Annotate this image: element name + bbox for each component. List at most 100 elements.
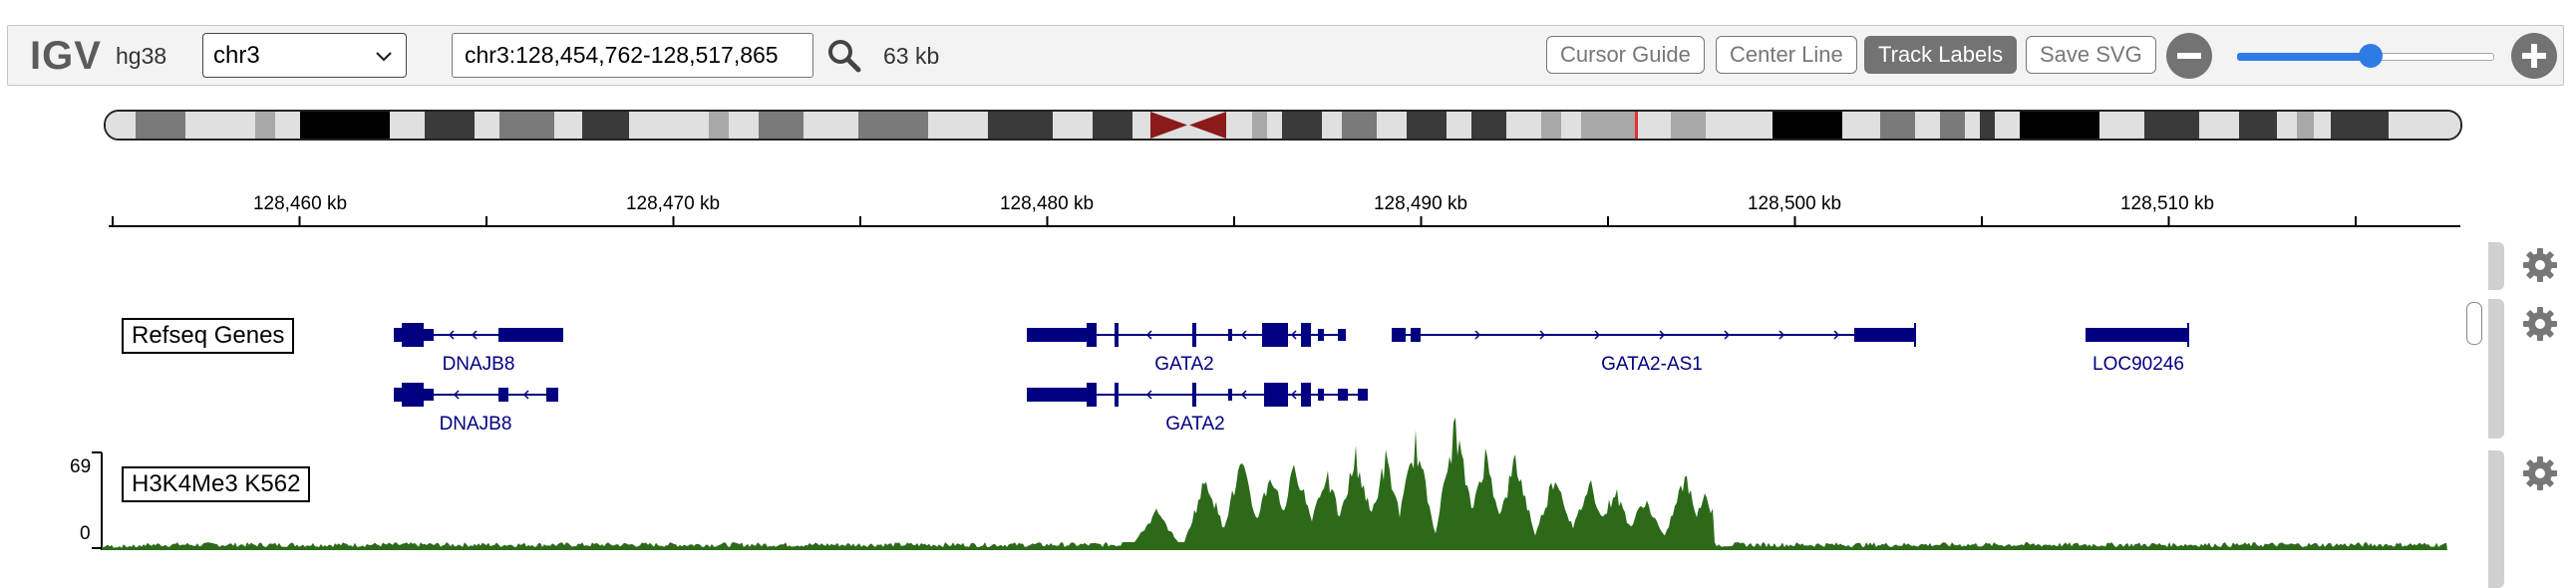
locus-search-input[interactable] — [452, 33, 813, 78]
cytoband — [2314, 112, 2331, 139]
cytoband — [1053, 112, 1093, 139]
h3k4me3-track-label[interactable]: H3K4Me3 K562 — [122, 466, 311, 502]
cytoband — [988, 112, 1053, 139]
gene-GATA2[interactable] — [1027, 323, 1346, 347]
cytoband — [1915, 112, 1940, 139]
ruler-tick-label: 128,510 kb — [2120, 193, 2214, 214]
cytoband — [390, 112, 425, 139]
cytoband — [1965, 112, 1980, 139]
gene-DNAJB8[interactable] — [394, 383, 558, 407]
genomic-ruler: 128,460 kb 128,470 kb 128,480 kb 128,490… — [0, 179, 2576, 239]
plus-circle-icon[interactable] — [2510, 32, 2558, 80]
chevron-down-icon — [376, 52, 392, 62]
minus-circle-icon[interactable] — [2165, 32, 2213, 80]
cytoband — [928, 112, 988, 139]
gene-label: GATA2 — [1165, 414, 1224, 435]
cytoband — [1322, 112, 1342, 139]
cytoband — [499, 112, 554, 139]
ruler-tick-label: 128,470 kb — [626, 193, 720, 214]
cytoband — [1342, 112, 1377, 139]
cytoband — [1377, 112, 1407, 139]
cytoband — [2199, 112, 2239, 139]
cytoband — [300, 112, 390, 139]
cytoband — [804, 112, 858, 139]
igv-navbar: IGV hg38 chr3 63 kb Cursor Guide Center … — [7, 25, 2564, 86]
gene-label: DNAJB8 — [440, 414, 512, 435]
zoom-slider-thumb[interactable] — [2359, 44, 2384, 68]
cytoband — [1282, 112, 1322, 139]
chromosome-value: chr3 — [213, 42, 260, 69]
cytoband — [255, 112, 275, 139]
ruler-tick-label: 128,500 kb — [1748, 193, 1841, 214]
save-svg-button[interactable]: Save SVG — [2026, 36, 2156, 74]
cytoband — [1506, 112, 1541, 139]
coverage-scale-axis — [92, 451, 103, 550]
cytoband — [759, 112, 804, 139]
cytoband — [1252, 112, 1267, 139]
cytoband — [2099, 112, 2144, 139]
cytoband — [2389, 112, 2460, 139]
gene-label: LOC90246 — [2093, 354, 2184, 375]
cursor-guide-button[interactable]: Cursor Guide — [1546, 36, 1705, 74]
gene-LOC90246[interactable] — [2086, 323, 2189, 347]
cytoband — [136, 112, 185, 139]
gene-label: GATA2 — [1154, 354, 1213, 375]
center-line-button[interactable]: Center Line — [1716, 36, 1857, 74]
current-region-marker — [1635, 112, 1638, 139]
zoom-slider-fill — [2237, 53, 2372, 61]
track-panel: DNAJB8 DNAJB8 GATA2 GATA2 GATA2-AS1 LOC9… — [0, 239, 2576, 588]
cytoband — [1581, 112, 1636, 139]
gene-GATA2[interactable] — [1027, 383, 1368, 407]
gene-GATA2-AS1[interactable] — [1392, 323, 1916, 347]
cytoband — [729, 112, 759, 139]
gene-DNAJB8[interactable] — [394, 323, 563, 347]
cytoband — [1471, 112, 1506, 139]
ruler-tick-label: 128,480 kb — [1000, 193, 1094, 214]
cytoband — [2239, 112, 2277, 139]
cytoband — [2020, 112, 2099, 139]
cytoband — [2277, 112, 2297, 139]
igv-logo: IGV — [30, 34, 102, 78]
cytoband — [1842, 112, 1880, 139]
ruler-tick-label: 128,460 kb — [253, 193, 347, 214]
cytoband — [2297, 112, 2314, 139]
cytoband — [709, 112, 729, 139]
cytoband — [1772, 112, 1842, 139]
ruler-tick-label: 128,490 kb — [1374, 193, 1467, 214]
cytoband — [425, 112, 475, 139]
zoom-slider[interactable] — [2237, 44, 2494, 68]
cytoband — [1447, 112, 1471, 139]
cytoband — [1267, 112, 1282, 139]
track-labels-button[interactable]: Track Labels — [1864, 36, 2018, 74]
window-size-label: 63 kb — [883, 43, 940, 69]
cytoband — [185, 112, 255, 139]
cytoband — [1940, 112, 1965, 139]
cytoband — [1093, 112, 1132, 139]
cytoband — [1561, 112, 1581, 139]
cytoband — [1995, 112, 2020, 139]
cytoband — [1706, 112, 1772, 139]
chromosome-select[interactable]: chr3 — [202, 33, 407, 78]
cytoband — [2331, 112, 2389, 139]
cytoband — [1980, 112, 1995, 139]
h3k4me3-coverage-area[interactable] — [102, 417, 2447, 550]
refseq-track-label[interactable]: Refseq Genes — [122, 318, 295, 354]
centromere — [1150, 112, 1226, 139]
cytoband — [106, 112, 136, 139]
cytoband — [629, 112, 709, 139]
coverage-scale-max: 69 — [70, 456, 92, 477]
tracks-canvas: DNAJB8 DNAJB8 GATA2 GATA2 GATA2-AS1 LOC9… — [92, 323, 2447, 550]
gene-label: GATA2-AS1 — [1601, 354, 1703, 375]
genome-label[interactable]: hg38 — [116, 43, 166, 70]
cytoband — [1541, 112, 1561, 139]
search-icon[interactable] — [827, 39, 861, 73]
coverage-scale-min: 0 — [80, 523, 91, 544]
cytoband — [554, 112, 582, 139]
chromosome-ideogram[interactable] — [104, 110, 2462, 141]
cytoband — [1880, 112, 1915, 139]
cytoband — [582, 112, 629, 139]
cytoband — [1407, 112, 1447, 139]
cytoband — [275, 112, 300, 139]
cytoband — [475, 112, 499, 139]
cytoband — [1636, 112, 1671, 139]
